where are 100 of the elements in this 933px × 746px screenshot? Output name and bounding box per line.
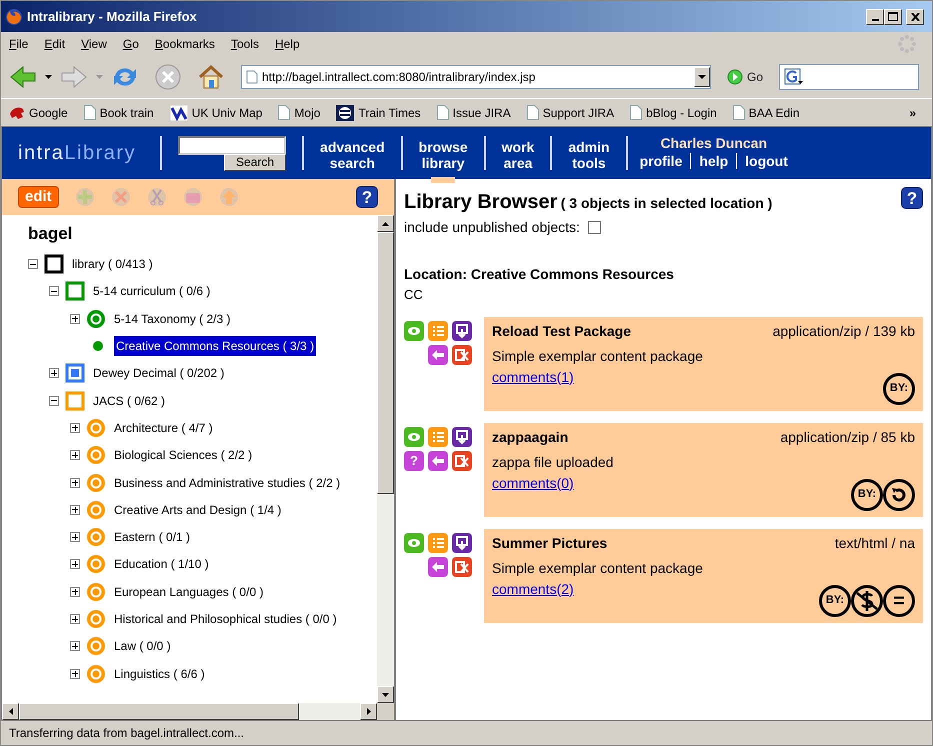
expand-toggle[interactable] — [70, 532, 80, 542]
scroll-up-button[interactable] — [377, 215, 394, 232]
tree-item[interactable]: Biological Sciences ( 2/2 ) — [112, 445, 254, 466]
help-button[interactable]: ? — [356, 186, 378, 208]
bookmark-link[interactable]: bBlog - Login — [646, 104, 717, 122]
help-button[interactable]: ? — [404, 450, 424, 470]
monitor-icon[interactable] — [452, 320, 472, 340]
attribution-icon: BY: — [819, 584, 851, 616]
header-link[interactable]: help — [699, 150, 728, 172]
menu-item[interactable]: Help — [274, 35, 300, 53]
status-text: Transferring data from bagel.intrallect.com... — [9, 725, 244, 742]
collapse-toggle[interactable] — [28, 259, 38, 270]
minimize-icon — [872, 18, 878, 20]
comments-link[interactable]: comments(0) — [492, 474, 574, 490]
menu-item[interactable]: Bookmarks — [154, 35, 215, 53]
dropdown-arrow-icon[interactable] — [45, 75, 52, 79]
close-button[interactable] — [906, 8, 924, 24]
tree-item[interactable]: Historical and Philosophical studies ( 0/0 ) — [112, 609, 339, 629]
menu-item[interactable]: Edit — [44, 35, 66, 53]
delete-icon[interactable] — [452, 450, 472, 470]
tree-item[interactable]: Linguistics ( 6/6 ) — [112, 664, 207, 684]
collapse-toggle[interactable] — [49, 396, 59, 406]
tree-item[interactable]: 5-14 curriculum ( 0/6 ) — [91, 281, 212, 302]
search-field[interactable] — [779, 64, 920, 90]
tree-item[interactable]: JACS ( 0/62 ) — [91, 390, 168, 411]
tree-item[interactable]: Education ( 1/10 ) — [112, 554, 211, 574]
scroll-down-button[interactable] — [377, 686, 394, 703]
menu-item[interactable]: Tools — [230, 35, 259, 53]
go-button[interactable]: Go — [727, 68, 764, 86]
emblem-icon — [336, 104, 354, 120]
help-button[interactable]: ? — [901, 187, 923, 209]
user-name: Charles Duncan — [660, 134, 768, 150]
header-link[interactable]: profile — [640, 150, 682, 172]
expand-toggle[interactable] — [70, 504, 80, 515]
horizontal-scrollbar[interactable] — [2, 703, 394, 720]
nav-tab[interactable]: work area — [494, 135, 542, 183]
monitor-icon[interactable] — [452, 426, 472, 446]
nav-tab[interactable]: admin tools — [560, 135, 618, 183]
expand-toggle[interactable] — [70, 614, 80, 624]
tree-item[interactable]: Eastern ( 0/1 ) — [112, 527, 192, 548]
delete-icon[interactable] — [452, 344, 472, 364]
scroll-left-button[interactable] — [2, 703, 19, 720]
back-arrow-icon[interactable] — [9, 65, 37, 89]
expand-toggle[interactable] — [70, 478, 80, 488]
expand-toggle[interactable] — [70, 450, 80, 460]
dropdown-button[interactable] — [694, 67, 710, 87]
page-icon — [246, 70, 258, 84]
checkbox[interactable] — [588, 221, 601, 234]
menu-item[interactable]: Go — [122, 35, 139, 53]
comments-link[interactable]: comments(2) — [492, 580, 574, 596]
tree-item[interactable]: Creative Commons Resources ( 3/3 ) — [114, 336, 316, 356]
address-field[interactable]: http://bagel.intrallect.com:8080/intralibrary/index.jsp — [241, 65, 711, 89]
nav-tab[interactable]: browse library — [410, 135, 476, 183]
minimize-button[interactable] — [866, 8, 884, 24]
bookmark-link[interactable]: Mojo — [294, 104, 320, 122]
right-arrow-icon — [366, 708, 370, 715]
comments-link[interactable]: comments(1) — [492, 368, 574, 384]
bookmark-link[interactable]: UK Univ Map — [192, 104, 262, 122]
tree-item[interactable]: Architecture ( 4/7 ) — [112, 418, 215, 438]
expand-toggle[interactable] — [70, 559, 80, 570]
bookmark-link[interactable]: Train Times — [358, 104, 421, 122]
bookmark-link[interactable]: BAA Edin — [748, 104, 800, 122]
down-arrow-icon — [382, 692, 389, 696]
expand-toggle[interactable] — [70, 422, 80, 433]
search-engine-icon[interactable] — [784, 68, 804, 86]
throbber-icon — [898, 35, 916, 53]
expand-toggle[interactable] — [70, 314, 80, 324]
home-icon[interactable] — [197, 64, 225, 90]
logo: intraLibrary — [18, 141, 136, 166]
tree-item[interactable]: Creative Arts and Design ( 1/4 ) — [112, 500, 284, 520]
expand-toggle[interactable] — [70, 641, 80, 652]
monitor-icon[interactable] — [452, 532, 472, 552]
delete-icon[interactable] — [452, 556, 472, 576]
menu-item[interactable]: View — [81, 35, 107, 53]
menu-item[interactable]: File — [9, 35, 28, 53]
bookmark-link[interactable]: Issue JIRA — [452, 104, 511, 122]
bookmark-link[interactable]: Support JIRA — [542, 104, 614, 122]
tree-item[interactable]: 5-14 Taxonomy ( 2/3 ) — [112, 308, 233, 329]
expand-toggle[interactable] — [70, 586, 80, 597]
more-bookmarks-button[interactable]: » — [909, 104, 916, 122]
tree-item[interactable]: European Languages ( 0/0 ) — [112, 582, 266, 602]
page-icon — [630, 105, 642, 120]
scroll-right-button[interactable] — [360, 703, 377, 720]
stop-icon[interactable] — [155, 64, 181, 90]
close-icon — [910, 12, 920, 20]
vertical-scrollbar[interactable] — [377, 215, 394, 703]
caret-icon — [698, 75, 706, 79]
tree-item[interactable]: Law ( 0/0 ) — [112, 636, 173, 656]
nav-tab[interactable]: advanced search — [312, 135, 393, 183]
tree-item[interactable]: library ( 0/413 ) — [70, 254, 155, 274]
search-field[interactable] — [178, 136, 286, 154]
expand-toggle[interactable] — [49, 368, 59, 378]
tree-item[interactable]: Business and Administrative studies ( 2/2 ) — [112, 472, 342, 493]
bookmark-link[interactable]: Book train — [100, 104, 154, 122]
tree-item[interactable]: Dewey Decimal ( 0/202 ) — [91, 363, 226, 384]
bookmark-link[interactable]: Google — [29, 104, 68, 122]
expand-toggle[interactable] — [70, 668, 80, 679]
maximize-button[interactable] — [884, 8, 902, 24]
collapse-toggle[interactable] — [49, 286, 59, 296]
header-link[interactable]: logout — [745, 150, 788, 172]
